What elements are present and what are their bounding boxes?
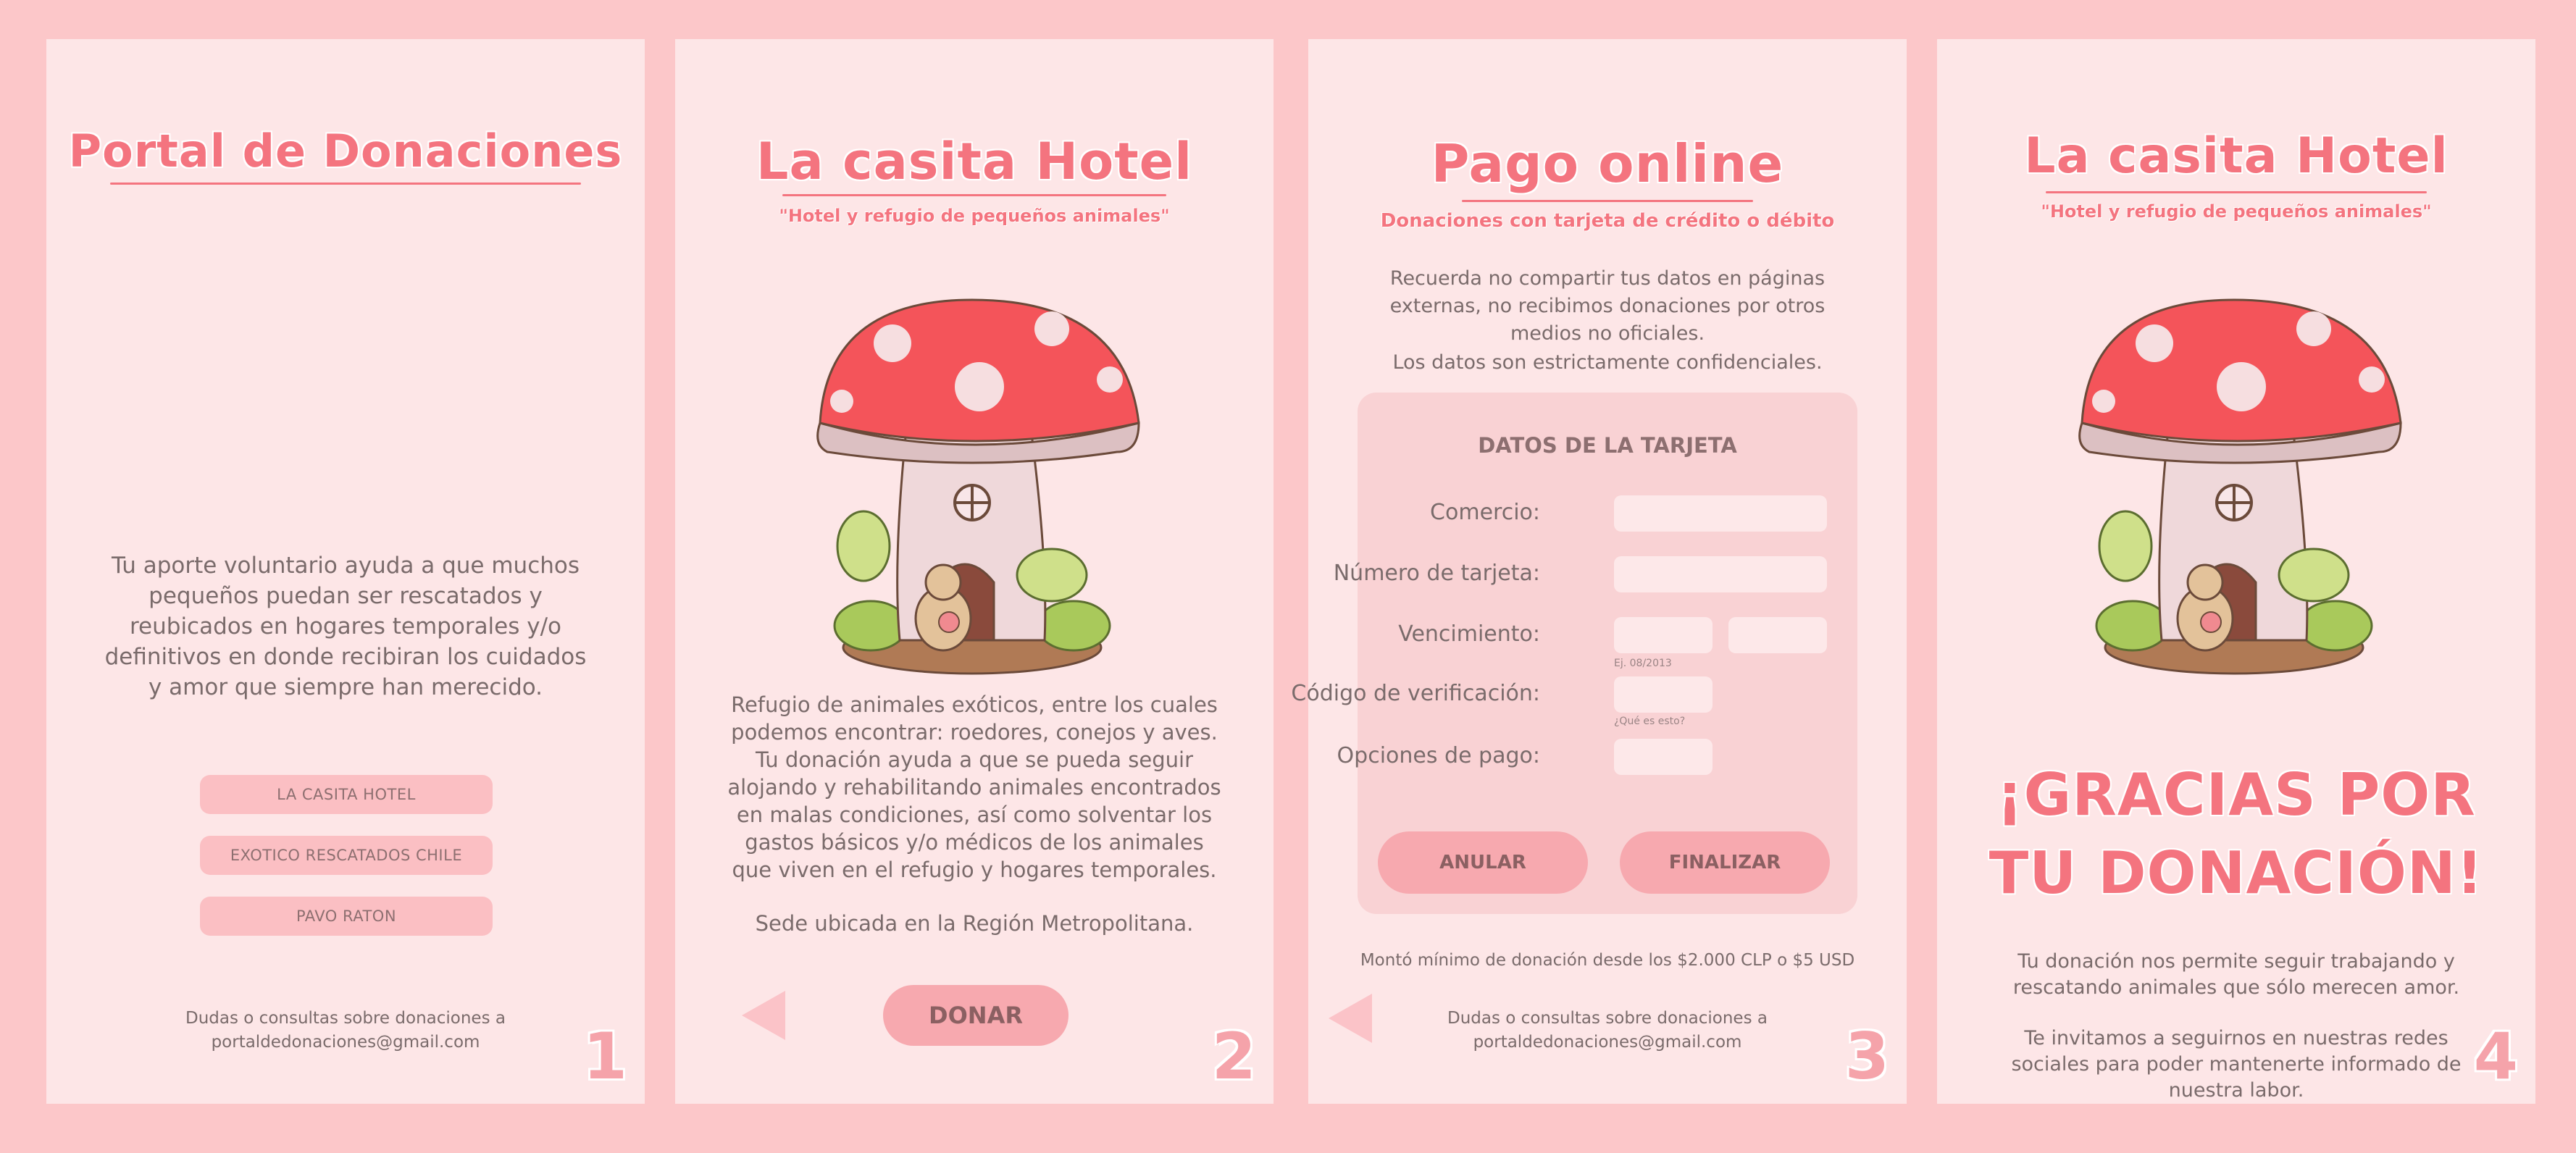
finish-button[interactable]: FINALIZAR (1620, 831, 1830, 894)
cvv-input[interactable] (1614, 676, 1713, 713)
contact-email[interactable]: portaldedonaciones@gmail.com (46, 1031, 645, 1055)
location-text: Sede ubicada en la Región Metropolitana. (755, 911, 1194, 936)
thanks-line-1: ¡GRACIAS POR (1996, 761, 2476, 829)
screen-number: 3 (1844, 1019, 1889, 1094)
contact-footer: Dudas o consultas sobre donaciones a por… (1308, 1007, 1907, 1055)
screen-2-casita: La casita Hotel "Hotel y refugio de pequ… (675, 39, 1274, 1104)
screen-number: 2 (1211, 1019, 1256, 1094)
page-title: Portal de Donaciones (68, 125, 623, 177)
cancel-button[interactable]: ANULAR (1378, 831, 1588, 894)
expiration-hint: Ej. 08/2013 (1614, 658, 1672, 669)
title-underline (2046, 191, 2427, 193)
comercio-input[interactable] (1614, 495, 1827, 532)
page-title: Pago online (1431, 133, 1784, 194)
donate-button[interactable]: DONAR (883, 985, 1069, 1046)
thanks-message: Tu donación nos permite seguir trabajand… (2012, 950, 2460, 999)
intro-text: Tu aporte voluntario ayuda a que muchos … (104, 553, 587, 700)
label-cvv: Código de verificación: (1291, 681, 1540, 706)
leaf-right (1016, 548, 1088, 603)
label-expiration: Vencimiento: (1398, 621, 1540, 647)
contact-email[interactable]: portaldedonaciones@gmail.com (1308, 1031, 1907, 1055)
mushroom-house-illustration (816, 298, 1140, 675)
org-button-la-casita[interactable]: LA CASITA HOTEL (200, 775, 493, 814)
screen-number: 4 (2473, 1019, 2518, 1094)
page-title: La casita Hotel (2024, 127, 2449, 185)
leaf-left (836, 510, 891, 582)
label-payment-options: Opciones de pago: (1337, 743, 1540, 768)
bush-left (833, 600, 908, 652)
org-button-exotico[interactable]: EXOTICO RESCATADOS CHILE (200, 836, 493, 875)
expiration-year-input[interactable] (1728, 617, 1827, 653)
label-card-number: Número de tarjeta: (1333, 561, 1540, 586)
thanks-line-2: TU DONACIÓN! (1989, 839, 2484, 907)
title-underline (1462, 200, 1753, 202)
back-arrow-icon[interactable] (742, 991, 785, 1040)
thanks-heading: ¡GRACIAS POR TU DONACIÓN! (1937, 756, 2535, 913)
bush-right (1036, 600, 1111, 652)
form-title: DATOS DE LA TARJETA (1478, 433, 1737, 458)
page-subtitle: "Hotel y refugio de pequeños animales" (2041, 201, 2432, 222)
title-underline (782, 194, 1166, 196)
minimum-donation-text: Montó mínimo de donación desde los $2.00… (1360, 951, 1855, 970)
contact-line: Dudas o consultas sobre donaciones a (1447, 1009, 1768, 1028)
cvv-help-link[interactable]: ¿Qué es esto? (1614, 716, 1685, 727)
page-subtitle: Donaciones con tarjeta de crédito o débi… (1380, 210, 1835, 232)
warning-text: Recuerda no compartir tus datos en págin… (1389, 267, 1826, 345)
org-button-pavo-raton[interactable]: PAVO RATON (200, 897, 493, 936)
expiration-month-input[interactable] (1614, 617, 1713, 653)
screen-3-payment: Pago online Donaciones con tarjeta de cr… (1291, 39, 1907, 1104)
title-underline (110, 183, 581, 185)
confidential-text: Los datos son estrictamente confidencial… (1392, 351, 1823, 374)
page-title: La casita Hotel (756, 132, 1193, 191)
page-subtitle: "Hotel y refugio de pequeños animales" (779, 206, 1170, 226)
screen-1-portal: Portal de Donaciones Tu aporte voluntari… (46, 39, 645, 1104)
contact-line: Dudas o consultas sobre donaciones a (185, 1009, 506, 1028)
payment-options-select[interactable] (1614, 739, 1713, 775)
card-number-input[interactable] (1614, 556, 1827, 592)
shelter-description: Refugio de animales exóticos, entre los … (727, 692, 1221, 882)
contact-footer: Dudas o consultas sobre donaciones a por… (46, 1007, 645, 1055)
label-comercio: Comercio: (1430, 500, 1540, 525)
card-form: DATOS DE LA TARJETA Comercio: Número de … (1291, 393, 1857, 914)
social-message: Te invitamos a seguirnos en nuestras red… (2011, 1027, 2462, 1102)
mushroom-house-illustration (2078, 298, 2402, 675)
screen-4-thanks: La casita Hotel "Hotel y refugio de pequ… (1937, 39, 2535, 1104)
screen-number: 1 (582, 1019, 627, 1094)
